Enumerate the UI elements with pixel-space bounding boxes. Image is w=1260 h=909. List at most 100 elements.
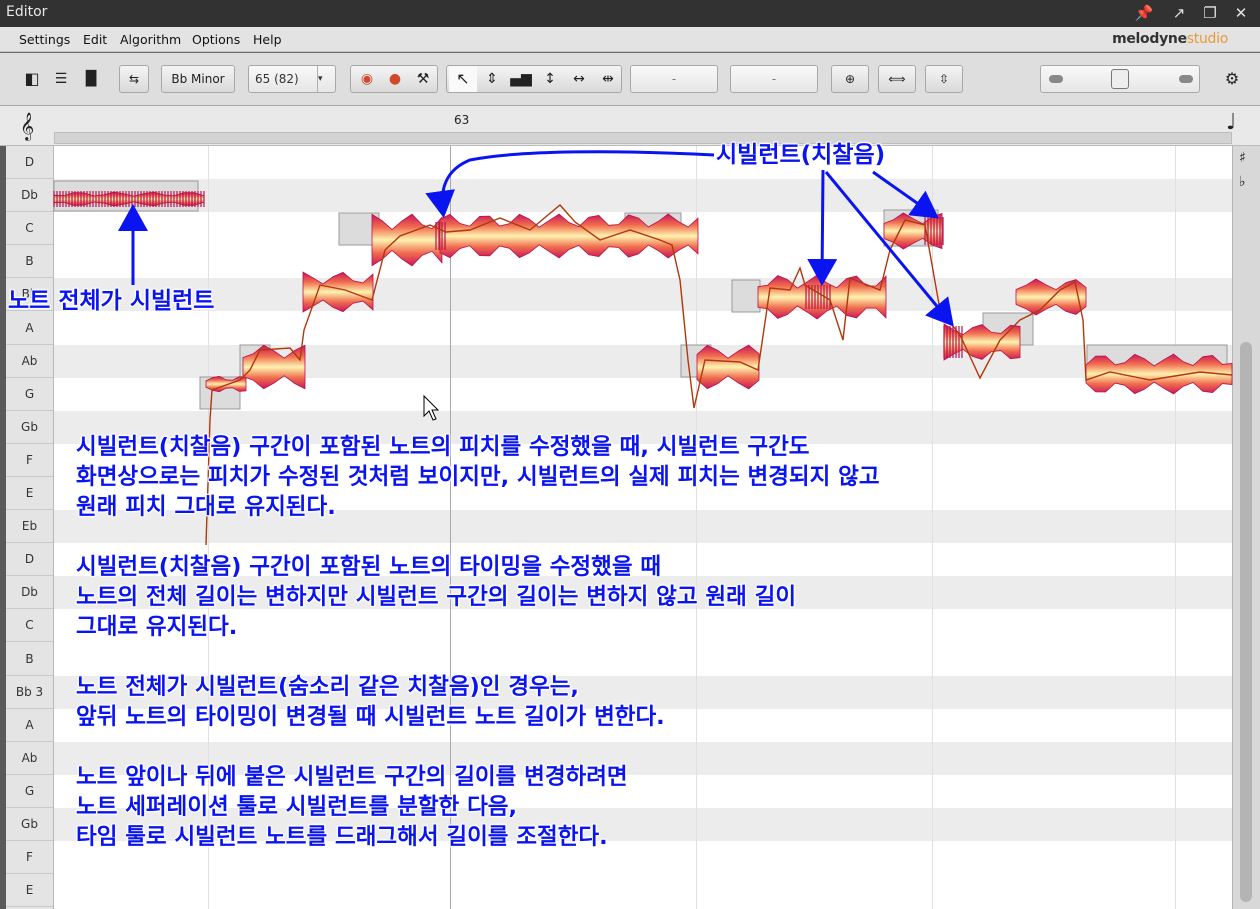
fit-height-button[interactable]: ⇳: [925, 65, 963, 93]
pitch-key[interactable]: Eb: [6, 510, 53, 544]
pitch-key[interactable]: Db: [6, 179, 53, 213]
layout-panel-icon[interactable]: ◧: [20, 66, 44, 92]
spectrum-icon[interactable]: ▐▌: [78, 66, 104, 92]
ruler-bar[interactable]: [54, 132, 1232, 144]
bar-position-field[interactable]: 65 (82) ▾: [248, 65, 336, 93]
note-play-icon[interactable]: ●: [381, 66, 409, 92]
pitch-tool-icon[interactable]: ⇕: [478, 66, 506, 92]
para-line: 노트 앞이나 뒤에 붙은 시빌런트 구간의 길이를 변경하려면: [76, 764, 628, 790]
pitch-key[interactable]: Ab: [6, 742, 53, 775]
transfer-icon: ⇆: [128, 72, 140, 86]
pitch-key[interactable]: F: [6, 841, 53, 875]
para-line: 타임 툴로 시빌런트 노트를 드래그해서 길이를 조절한다.: [76, 824, 608, 850]
zoom-out-icon: [1049, 75, 1063, 83]
pitch-key[interactable]: E: [6, 874, 53, 908]
para-line: 원래 피치 그대로 유지된다.: [76, 494, 336, 520]
menu-bar: Settings Edit Algorithm Options Help mel…: [0, 27, 1260, 52]
para-line: 그대로 유지된다.: [76, 614, 238, 640]
pitch-key[interactable]: D: [6, 146, 53, 179]
pitch-key[interactable]: B: [6, 643, 53, 676]
whole-note-sibilant-label: 노트 전체가 시빌런트: [8, 288, 215, 314]
formant-tool-icon[interactable]: ▄▆: [507, 66, 535, 92]
pitch-lane: [54, 179, 1232, 213]
bar-position-value: 65 (82): [255, 72, 299, 86]
pitch-key[interactable]: C: [6, 609, 53, 643]
scale-icon[interactable]: ♯: [1239, 150, 1246, 166]
pitch-lane: [54, 643, 1232, 676]
key-selector[interactable]: Bb Minor: [161, 65, 235, 93]
pitch-key[interactable]: G: [6, 378, 53, 411]
time-ruler[interactable]: 𝄞 63 ♩: [0, 106, 1260, 146]
zoom-slider-handle[interactable]: [1111, 69, 1129, 89]
para-line: 노트의 전체 길이는 변하지만 시빌런트 구간의 길이는 변하지 않고 원래 길…: [76, 584, 797, 610]
menu-settings[interactable]: Settings: [19, 32, 70, 47]
beat-gridline: [932, 146, 933, 909]
menu-options[interactable]: Options: [192, 32, 240, 47]
window-title: Editor: [6, 4, 48, 20]
para-line: 노트 전체가 시빌런트(숨소리 같은 치찰음)인 경우는,: [76, 674, 579, 700]
zoom-slider[interactable]: [1040, 65, 1200, 93]
menu-algorithm[interactable]: Algorithm: [120, 32, 181, 47]
pointer-tool-icon[interactable]: ↖: [449, 66, 477, 92]
transfer-button[interactable]: ⇆: [119, 65, 149, 93]
separation-paragraph: 노트 앞이나 뒤에 붙은 시빌런트 구간의 길이를 변경하려면 노트 세퍼레이션…: [76, 762, 628, 852]
center-pitch-icon: ⊕: [844, 72, 856, 86]
pitch-ruler: D Db C B Bb A Ab G Gb F E Eb D Db C B Bb 3 A Ab G Gb F E: [6, 146, 54, 909]
pitch-key[interactable]: E: [6, 477, 53, 510]
pitch-lane: [54, 212, 1232, 245]
fit-height-icon: ⇳: [938, 72, 950, 86]
playback-tool-group: ◉ ● ⚒: [350, 65, 438, 93]
zoom-in-icon: [1179, 75, 1193, 83]
info-field-a[interactable]: -: [630, 65, 718, 93]
pitch-key[interactable]: A: [6, 312, 53, 345]
pitch-key[interactable]: B: [6, 245, 53, 279]
scroll-thumb[interactable]: [1240, 342, 1252, 902]
brand-logo: melodynestudio: [1112, 31, 1228, 47]
note-timing-paragraph: 시빌런트(치찰음) 구간이 포함된 노트의 타이밍을 수정했을 때 노트의 전체…: [76, 552, 796, 642]
pitch-key[interactable]: A: [6, 709, 53, 742]
pin-icon[interactable]: 📌: [1133, 2, 1155, 24]
treble-clef-icon[interactable]: 𝄞: [20, 112, 34, 140]
pitch-lane: [54, 344, 1232, 378]
beat-gridline: [1175, 146, 1176, 909]
pitch-key[interactable]: D: [6, 543, 53, 577]
pitch-key[interactable]: Ab: [6, 345, 53, 378]
maximize-icon[interactable]: ❐: [1199, 2, 1221, 24]
menu-help[interactable]: Help: [253, 32, 282, 47]
menu-edit[interactable]: Edit: [83, 32, 107, 47]
time-tool-icon[interactable]: ↔: [565, 66, 593, 92]
toolbar: ◧ ☰ ▐▌ ⇆ Bb Minor 65 (82) ▾ ◉ ● ⚒ ↖ ⇕ ▄▆…: [0, 53, 1260, 106]
pitch-key[interactable]: Db: [6, 576, 53, 610]
pitch-key[interactable]: C: [6, 212, 53, 246]
pitch-key[interactable]: Gb: [6, 808, 53, 841]
pitch-lane: [54, 378, 1232, 411]
sharp-flat-icon[interactable]: ♭: [1239, 174, 1246, 190]
gear-icon[interactable]: ⚙: [1220, 66, 1244, 92]
para-line: 시빌런트(치찰음) 구간이 포함된 노트의 피치를 수정했을 때, 시빌런트 구…: [76, 434, 810, 460]
info-field-b[interactable]: -: [730, 65, 818, 93]
pitch-key[interactable]: Bb 3: [6, 676, 53, 709]
close-icon[interactable]: ✕: [1230, 2, 1252, 24]
bar-number: 63: [454, 113, 470, 127]
pitch-key[interactable]: Gb: [6, 411, 53, 444]
edit-tool-group: ↖ ⇕ ▄▆ ↕ ↔ ⇹: [446, 65, 622, 93]
pitch-lane: [54, 874, 1232, 907]
quarter-note-icon[interactable]: ♩: [1226, 110, 1236, 135]
note-pitch-paragraph: 시빌런트(치찰음) 구간이 포함된 노트의 피치를 수정했을 때, 시빌런트 구…: [76, 432, 880, 522]
mixer-icon[interactable]: ☰: [48, 66, 74, 92]
para-line: 앞뒤 노트의 타이밍이 변경될 때 시빌런트 노트 길이가 변한다.: [76, 704, 665, 730]
title-bar: Editor 📌 ↗ ❐ ✕: [0, 0, 1260, 27]
fit-width-button[interactable]: ⟺: [878, 65, 916, 93]
pitch-key[interactable]: G: [6, 775, 53, 808]
pitch-lane: [54, 278, 1232, 312]
undock-icon[interactable]: ↗: [1168, 2, 1190, 24]
separation-tool-icon[interactable]: ⇹: [594, 66, 622, 92]
vertical-scrollbar[interactable]: ♯ ♭: [1232, 146, 1260, 909]
whole-sibilant-paragraph: 노트 전체가 시빌런트(숨소리 같은 치찰음)인 경우는, 앞뒤 노트의 타이밍…: [76, 672, 665, 732]
wrench-icon[interactable]: ⚒: [409, 66, 437, 92]
center-pitch-button[interactable]: ⊕: [831, 65, 869, 93]
pitch-key[interactable]: F: [6, 444, 53, 477]
chevron-down-icon[interactable]: ▾: [317, 66, 335, 92]
blob-play-icon[interactable]: ◉: [353, 66, 381, 92]
amplitude-tool-icon[interactable]: ↕: [536, 66, 564, 92]
